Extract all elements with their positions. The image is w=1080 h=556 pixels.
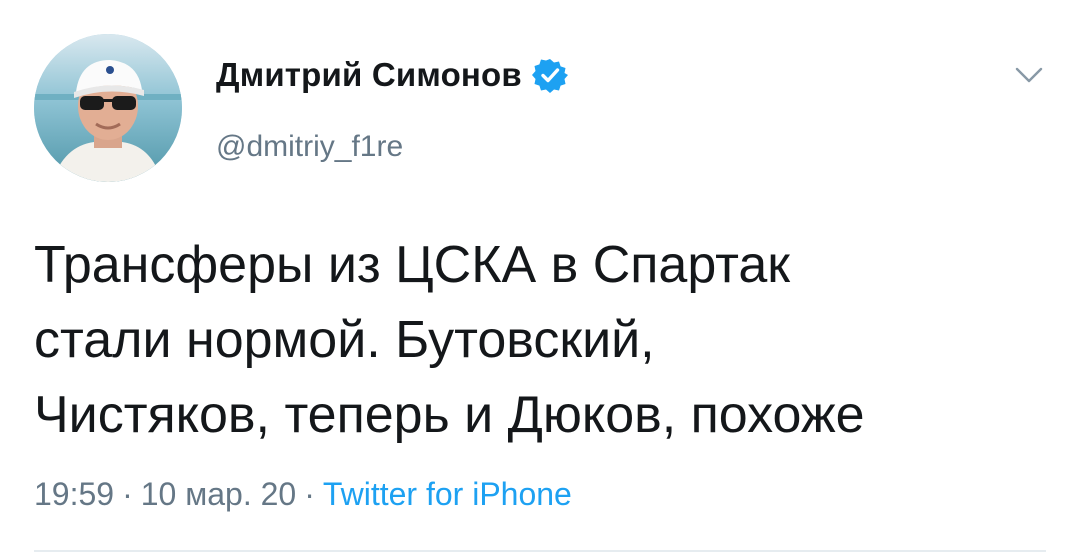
tweet-text-line: стали нормой. Бутовский, — [34, 311, 655, 369]
tweet-source-link[interactable]: Twitter for iPhone — [323, 476, 572, 512]
tweet-text-line: Чистяков, теперь и Дюков, похоже — [34, 386, 865, 444]
meta-separator: · — [304, 476, 315, 512]
chevron-down-icon[interactable] — [1014, 64, 1044, 86]
meta-separator: · — [122, 476, 133, 512]
author-name-row: Дмитрий Симонов — [216, 56, 568, 94]
tweet-date[interactable]: 10 мар. 20 — [141, 476, 296, 512]
tweet-time[interactable]: 19:59 — [34, 476, 114, 512]
verified-badge-icon — [531, 57, 568, 93]
tweet-text-line: Трансферы из ЦСКА в Спартак — [34, 236, 791, 294]
avatar[interactable] — [34, 34, 182, 182]
divider — [34, 550, 1046, 552]
avatar-photo — [34, 34, 182, 182]
tweet-card: Дмитрий Симонов @dmitriy_f1re Трансферы … — [0, 0, 1080, 556]
author-name[interactable]: Дмитрий Симонов — [216, 56, 522, 94]
tweet-text: Трансферы из ЦСКА в Спартак стали нормой… — [34, 228, 1054, 453]
tweet-meta: 19:59 · 10 мар. 20 · Twitter for iPhone — [34, 476, 572, 513]
author-handle[interactable]: @dmitriy_f1re — [216, 130, 403, 164]
